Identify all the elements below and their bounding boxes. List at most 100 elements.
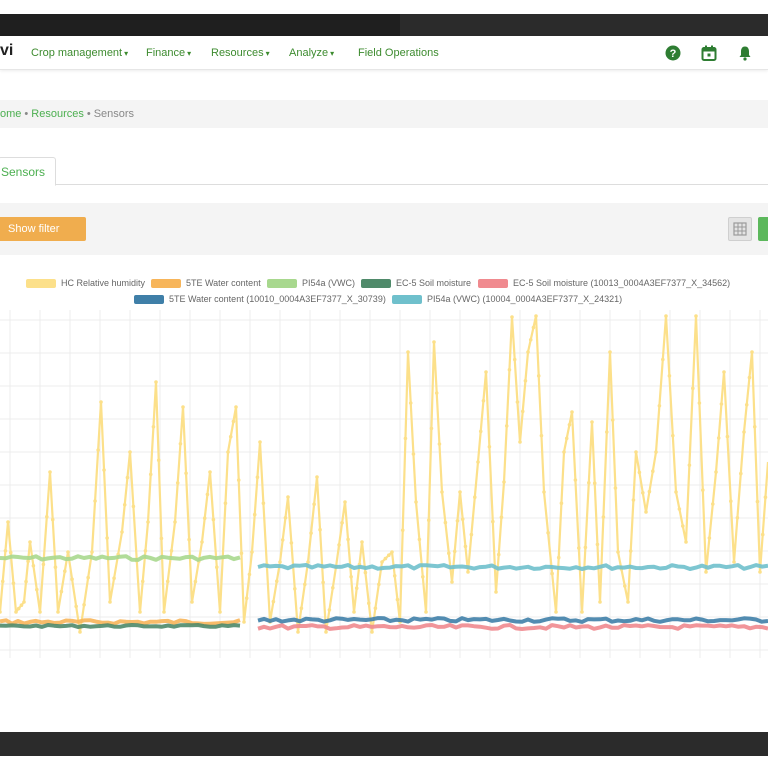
calendar-icon[interactable] — [701, 45, 717, 61]
nav-resources[interactable]: Resources ▾ — [211, 47, 270, 59]
legend-item[interactable]: PI54a (VWC) (10004_0004A3EF7377_X_24321) — [392, 294, 622, 304]
data-point — [223, 501, 228, 505]
data-point — [78, 630, 82, 634]
caret-down-icon: ▾ — [330, 49, 335, 58]
data-point — [395, 597, 400, 602]
data-point — [93, 499, 97, 503]
data-point — [327, 608, 332, 612]
data-point — [0, 579, 5, 584]
data-point — [242, 620, 246, 624]
data-point — [628, 549, 633, 553]
data-point — [74, 604, 78, 609]
data-point — [86, 575, 90, 580]
data-point — [63, 569, 67, 573]
data-point — [526, 350, 530, 354]
data-point — [96, 448, 100, 452]
device-frame-top — [0, 0, 768, 36]
data-point — [523, 379, 528, 383]
data-point — [143, 549, 148, 553]
data-point — [299, 606, 304, 610]
data-point — [162, 610, 166, 614]
data-point — [14, 610, 18, 614]
data-point — [6, 520, 10, 524]
top-navbar: vi Crop management ▾ Finance ▾ Resources ▾ … — [0, 36, 768, 70]
data-point — [697, 401, 702, 405]
data-point — [704, 570, 708, 574]
chart-view-button[interactable] — [758, 217, 768, 241]
data-point — [261, 501, 266, 505]
data-point — [716, 436, 721, 440]
svg-text:?: ? — [670, 48, 677, 60]
table-view-button[interactable] — [728, 217, 752, 241]
nav-analyze[interactable]: Analyze ▾ — [289, 47, 334, 59]
data-point — [616, 550, 620, 554]
help-icon[interactable]: ? — [665, 45, 681, 61]
data-point — [674, 490, 678, 494]
data-point — [595, 542, 600, 547]
data-point — [667, 374, 672, 378]
legend-item[interactable]: PI54a (VWC) — [267, 278, 355, 288]
data-point — [494, 590, 498, 594]
data-point — [714, 470, 718, 474]
nav-field-operations[interactable]: Field Operations — [358, 47, 439, 59]
data-point — [755, 499, 760, 504]
legend-item[interactable]: 5TE Water content (10010_0004A3EF7377_X_… — [134, 294, 386, 304]
data-point — [324, 630, 328, 634]
legend-item[interactable]: 5TE Water content — [151, 278, 261, 288]
data-point — [296, 630, 300, 634]
data-point — [539, 433, 544, 438]
legend-swatch — [478, 278, 508, 288]
data-point — [476, 460, 480, 464]
data-point — [491, 519, 495, 524]
legend-item[interactable]: EC-5 Soil moisture (10013_0004A3EF7377_X… — [478, 278, 730, 288]
data-point — [434, 391, 439, 395]
data-point — [562, 450, 566, 454]
data-point — [105, 536, 109, 540]
nav-crop-management[interactable]: Crop management ▾ — [31, 47, 128, 59]
legend-item[interactable]: EC-5 Soil moisture — [361, 278, 471, 288]
data-point — [455, 519, 460, 523]
sensor-line-chart[interactable] — [0, 310, 768, 660]
data-point — [380, 560, 384, 564]
data-point — [125, 475, 130, 480]
data-point — [707, 536, 712, 540]
data-point — [631, 498, 636, 502]
data-point — [429, 426, 434, 431]
data-point — [414, 500, 418, 504]
data-point — [11, 581, 16, 585]
data-point — [534, 314, 538, 318]
data-point — [661, 357, 665, 362]
data-point — [387, 553, 391, 557]
breadcrumb-resources[interactable]: Resources — [31, 108, 84, 120]
data-point — [0, 610, 2, 614]
bell-icon[interactable] — [737, 45, 753, 61]
data-point — [211, 517, 216, 522]
data-point — [70, 577, 74, 581]
nav-finance[interactable]: Finance ▾ — [146, 47, 191, 59]
data-point — [286, 495, 290, 499]
data-point — [518, 440, 522, 444]
data-point — [460, 517, 465, 521]
data-point — [45, 515, 49, 519]
data-point — [140, 579, 145, 584]
series-5te-water-content-30739 — [257, 616, 768, 624]
data-point — [53, 565, 58, 569]
table-icon — [733, 222, 747, 236]
data-point — [605, 430, 609, 434]
data-point — [466, 570, 470, 574]
data-point — [169, 549, 174, 553]
data-point — [432, 340, 436, 344]
tab-sensors-label: Sensors — [1, 165, 46, 179]
data-point — [626, 600, 630, 604]
data-point — [373, 606, 378, 610]
tab-sensors[interactable]: Sensors — [0, 157, 56, 186]
legend-item[interactable]: HC Relative humidity — [26, 278, 145, 288]
breadcrumb-home[interactable]: ome — [0, 108, 21, 120]
data-point — [546, 531, 550, 535]
data-point — [289, 541, 294, 545]
show-filter-button[interactable]: Show filter — [0, 217, 86, 241]
brand-logo[interactable]: vi — [0, 42, 13, 60]
data-point — [59, 589, 64, 594]
data-point — [520, 409, 525, 414]
data-point — [3, 549, 8, 553]
